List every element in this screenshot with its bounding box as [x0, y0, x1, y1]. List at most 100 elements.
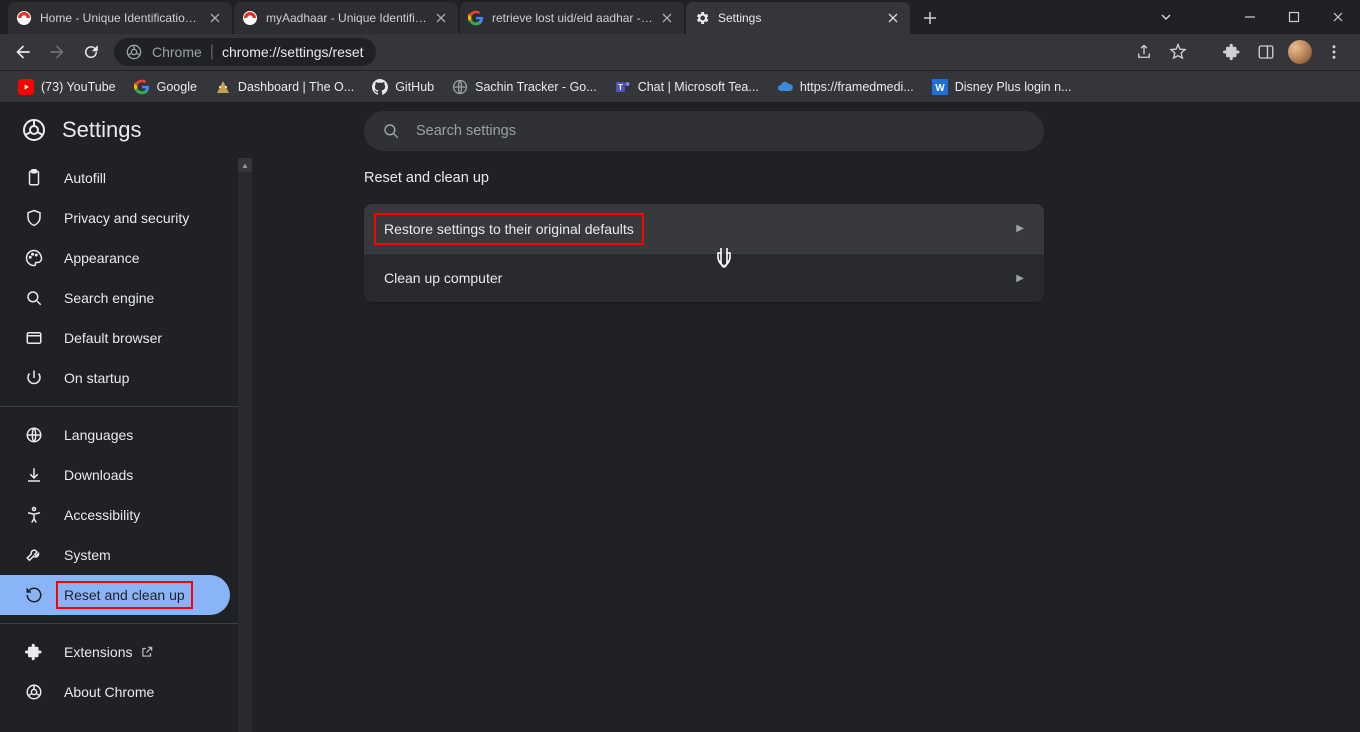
- svg-text:W: W: [935, 83, 945, 94]
- tab-strip: Home - Unique Identification Aut myAadha…: [0, 0, 1360, 34]
- bookmark-tracker[interactable]: Sachin Tracker - Go...: [444, 75, 605, 99]
- browser-icon: [24, 328, 44, 348]
- sidebar-item-downloads[interactable]: Downloads: [0, 455, 230, 495]
- maximize-button[interactable]: [1272, 1, 1316, 33]
- sidebar-item-reset[interactable]: Reset and clean up: [0, 575, 230, 615]
- section-title: Reset and clean up: [364, 170, 1044, 186]
- address-bar: Chrome | chrome://settings/reset: [0, 34, 1360, 70]
- sidebar-item-autofill[interactable]: Autofill: [0, 158, 230, 198]
- profile-avatar[interactable]: [1284, 36, 1316, 68]
- sidebar-scrollbar[interactable]: ▲: [238, 158, 252, 732]
- open-in-new-icon: [140, 645, 154, 659]
- sidebar-item-default-browser[interactable]: Default browser: [0, 318, 230, 358]
- power-icon: [24, 368, 44, 388]
- url-input[interactable]: Chrome | chrome://settings/reset: [114, 38, 376, 66]
- odin-icon: [215, 79, 231, 95]
- settings-sidebar: ▲ Autofill Privacy and security Appearan…: [0, 158, 252, 732]
- chevron-right-icon: ▶: [1016, 223, 1024, 234]
- accessibility-icon: [24, 505, 44, 525]
- sidebar-item-accessibility[interactable]: Accessibility: [0, 495, 230, 535]
- back-button[interactable]: [6, 35, 40, 69]
- sidebar-item-languages[interactable]: Languages: [0, 415, 230, 455]
- tab-2[interactable]: retrieve lost uid/eid aadhar - Goo: [460, 2, 684, 34]
- tab-search-button[interactable]: [1150, 0, 1182, 34]
- tab-label: Home - Unique Identification Aut: [40, 11, 202, 25]
- url-path: chrome://settings/reset: [222, 44, 364, 60]
- bookmark-dashboard[interactable]: Dashboard | The O...: [207, 75, 362, 99]
- scroll-up-button[interactable]: ▲: [238, 158, 252, 172]
- bookmark-framed[interactable]: https://framedmedi...: [769, 75, 922, 99]
- bookmark-disney[interactable]: WDisney Plus login n...: [924, 75, 1080, 99]
- sidebar-item-search-engine[interactable]: Search engine: [0, 278, 230, 318]
- minimize-button[interactable]: [1228, 1, 1272, 33]
- restore-icon: [24, 585, 44, 605]
- close-icon[interactable]: [886, 11, 900, 25]
- side-panel-button[interactable]: [1250, 36, 1282, 68]
- forward-button[interactable]: [40, 35, 74, 69]
- close-icon[interactable]: [660, 11, 674, 25]
- settings-content: Reset and clean up Restore settings to t…: [364, 170, 1044, 302]
- globe-icon: [452, 79, 468, 95]
- search-input[interactable]: [416, 123, 1026, 139]
- github-icon: [372, 79, 388, 95]
- settings-header: Settings: [0, 102, 1360, 158]
- sidebar-item-system[interactable]: System: [0, 535, 230, 575]
- bookmark-google[interactable]: Google: [126, 75, 205, 99]
- search-icon: [382, 122, 400, 140]
- chrome-icon: [24, 682, 44, 702]
- svg-text:T: T: [618, 83, 623, 92]
- bookmark-star-button[interactable]: [1162, 36, 1194, 68]
- cloud-icon: [777, 79, 793, 95]
- chrome-logo-icon: [22, 118, 46, 142]
- w-icon: W: [932, 79, 948, 95]
- menu-button[interactable]: [1318, 36, 1350, 68]
- new-tab-button[interactable]: [916, 4, 944, 32]
- tab-3[interactable]: Settings: [686, 2, 910, 34]
- bookmarks-bar: (73) YouTube Google Dashboard | The O...…: [0, 70, 1360, 102]
- search-icon: [24, 288, 44, 308]
- close-icon[interactable]: [208, 11, 222, 25]
- tab-0[interactable]: Home - Unique Identification Aut: [8, 2, 232, 34]
- extension-icon: [24, 642, 44, 662]
- sidebar-divider: [0, 623, 238, 624]
- sidebar-item-appearance[interactable]: Appearance: [0, 238, 230, 278]
- clipboard-icon: [24, 168, 44, 188]
- wrench-icon: [24, 545, 44, 565]
- sidebar-item-on-startup[interactable]: On startup: [0, 358, 230, 398]
- download-icon: [24, 465, 44, 485]
- shield-icon: [24, 208, 44, 228]
- youtube-icon: [18, 79, 34, 95]
- palette-icon: [24, 248, 44, 268]
- tab-1[interactable]: myAadhaar - Unique Identificati: [234, 2, 458, 34]
- window-controls: [1228, 0, 1360, 34]
- google-favicon: [468, 10, 484, 26]
- extensions-button[interactable]: [1216, 36, 1248, 68]
- sidebar-item-extensions[interactable]: Extensions: [0, 632, 230, 672]
- bookmark-teams[interactable]: TChat | Microsoft Tea...: [607, 75, 767, 99]
- tab-label: Settings: [718, 11, 880, 25]
- settings-search[interactable]: [364, 111, 1044, 151]
- globe-icon: [24, 425, 44, 445]
- tab-label: myAadhaar - Unique Identificati: [266, 11, 428, 25]
- cleanup-computer-row[interactable]: Clean up computer ▶: [364, 253, 1044, 302]
- aadhaar-favicon: [16, 10, 32, 26]
- reload-button[interactable]: [74, 35, 108, 69]
- aadhaar-favicon: [242, 10, 258, 26]
- settings-favicon: [694, 10, 710, 26]
- sidebar-item-about[interactable]: About Chrome: [0, 672, 230, 712]
- close-window-button[interactable]: [1316, 1, 1360, 33]
- sidebar-item-privacy[interactable]: Privacy and security: [0, 198, 230, 238]
- site-info-icon[interactable]: [126, 44, 142, 60]
- tab-label: retrieve lost uid/eid aadhar - Goo: [492, 11, 654, 25]
- page-title: Settings: [22, 102, 142, 158]
- bookmark-youtube[interactable]: (73) YouTube: [10, 75, 124, 99]
- teams-icon: T: [615, 79, 631, 95]
- google-icon: [134, 79, 150, 95]
- reset-card: Restore settings to their original defau…: [364, 204, 1044, 302]
- chevron-right-icon: ▶: [1016, 273, 1024, 284]
- share-button[interactable]: [1128, 36, 1160, 68]
- bookmark-github[interactable]: GitHub: [364, 75, 442, 99]
- close-icon[interactable]: [434, 11, 448, 25]
- sidebar-divider: [0, 406, 238, 407]
- restore-defaults-row[interactable]: Restore settings to their original defau…: [364, 204, 1044, 253]
